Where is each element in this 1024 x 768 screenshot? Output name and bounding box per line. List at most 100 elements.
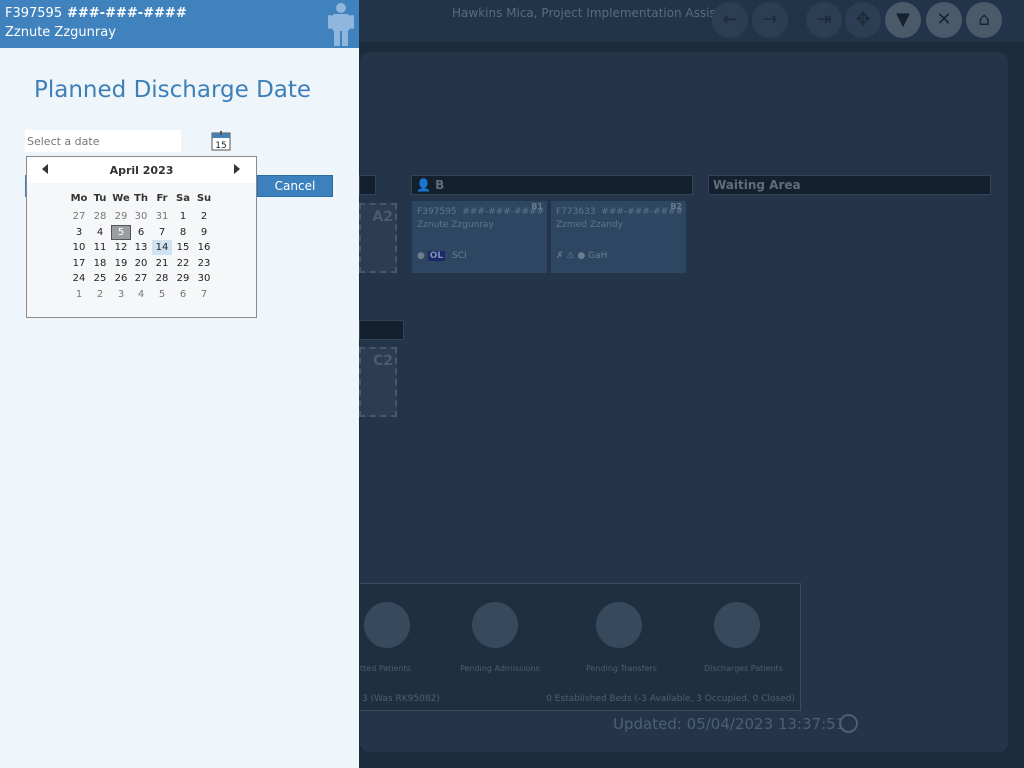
calendar-day[interactable]: 14 xyxy=(152,240,172,255)
patient-name: Zznute Zzgunray xyxy=(5,25,116,40)
bed-card-id: F397595 ###-###-#### xyxy=(417,207,545,217)
cross-icon: ✗ xyxy=(556,251,564,261)
calendar-grid: Mo Tu We Th Fr Sa Su 27 28 29 30 31 1 2 3 4 5 6 7 8 9 10 11 12 1… xyxy=(27,183,256,317)
calendar-day[interactable]: 5 xyxy=(152,287,172,302)
bed-card-id: F773633 ###-###-#### xyxy=(556,207,684,217)
page-title: Planned Discharge Date xyxy=(34,77,312,103)
calendar-day[interactable]: 30 xyxy=(131,209,151,224)
svg-text:15: 15 xyxy=(215,141,226,151)
next-month-icon[interactable] xyxy=(234,164,240,174)
calendar-day[interactable]: 13 xyxy=(131,240,151,255)
bed-card[interactable]: F773633 ###-###-#### Zzmed Zzandy B2 ✗ ⚠… xyxy=(551,201,686,273)
person-icon xyxy=(328,3,354,46)
calendar-day[interactable]: 16 xyxy=(194,240,214,255)
unit-code: 3 (Was RK95082) xyxy=(362,694,440,704)
calendar-day[interactable]: 28 xyxy=(152,271,172,286)
patient-phone: ###-###-#### xyxy=(67,6,187,21)
patient-mrn: F397595 xyxy=(5,6,63,21)
weekday-header: Sa xyxy=(176,193,190,204)
empty-bed[interactable]: C2 xyxy=(359,347,397,417)
summary-item-pending-transfers[interactable]: Pending Transfers xyxy=(586,664,657,673)
cancel-button[interactable]: Cancel xyxy=(257,175,333,197)
calendar-day[interactable]: 4 xyxy=(90,225,110,240)
calendar-day[interactable]: 27 xyxy=(131,271,151,286)
calendar-day[interactable]: 1 xyxy=(173,209,193,224)
calendar-day[interactable]: 17 xyxy=(69,256,89,271)
calendar-day[interactable]: 19 xyxy=(111,256,131,271)
expand-icon[interactable]: ✥ xyxy=(845,2,881,38)
calendar-day[interactable]: 28 xyxy=(90,209,110,224)
calendar-day[interactable]: 2 xyxy=(90,287,110,302)
patient-header: F397595 ###-###-#### Zznute Zzgunray xyxy=(0,0,359,48)
weekday-header: Mo xyxy=(70,193,88,204)
pill-icon: ● xyxy=(417,251,425,261)
calendar-day[interactable]: 7 xyxy=(194,287,214,302)
pill-icon: ● xyxy=(577,251,586,261)
discharge-date-panel: F397595 ###-###-#### Zznute Zzgunray Pla… xyxy=(0,0,359,768)
calendar-day[interactable]: 21 xyxy=(152,256,172,271)
calendar-icon[interactable]: 15 xyxy=(211,131,231,151)
filter-icon[interactable]: ▼ xyxy=(885,2,921,38)
calendar-day[interactable]: 2 xyxy=(194,209,214,224)
calendar-day[interactable]: 7 xyxy=(152,225,172,240)
calendar-month-label[interactable]: April 2023 xyxy=(27,164,256,177)
calendar-day[interactable]: 25 xyxy=(90,271,110,286)
date-input[interactable] xyxy=(25,130,181,152)
calendar-day[interactable]: 9 xyxy=(194,225,214,240)
calendar-day[interactable]: 6 xyxy=(173,287,193,302)
calendar-day[interactable]: 3 xyxy=(111,287,131,302)
pending-transfers-icon[interactable] xyxy=(596,602,642,648)
calendar-day[interactable]: 6 xyxy=(131,225,151,240)
calendar-day[interactable]: 4 xyxy=(131,287,151,302)
calendar-day[interactable]: 3 xyxy=(69,225,89,240)
ol-badge: OL xyxy=(427,251,446,261)
refresh-icon[interactable] xyxy=(839,714,858,733)
weekday-header: Th xyxy=(134,193,148,204)
bed-number: B2 xyxy=(670,202,682,211)
calendar-day[interactable]: 18 xyxy=(90,256,110,271)
calendar-day[interactable]: 11 xyxy=(90,240,110,255)
section-b-header: 👤 B xyxy=(411,175,693,195)
date-picker-popup: April 2023 Mo Tu We Th Fr Sa Su 27 28 29 30 31 1 2 3 4 5… xyxy=(26,156,257,318)
calendar-day[interactable]: 29 xyxy=(173,271,193,286)
bed-card-name: Zznute Zzgunray xyxy=(417,220,494,230)
calendar-day[interactable]: 5 xyxy=(111,224,131,240)
calendar-day[interactable]: 12 xyxy=(111,240,131,255)
summary-item-admitted[interactable]: tted Patients xyxy=(360,664,411,673)
calendar-day[interactable]: 26 xyxy=(111,271,131,286)
empty-bed[interactable]: A2 xyxy=(359,203,397,273)
calendar-day[interactable]: 20 xyxy=(131,256,151,271)
calendar-day[interactable]: 10 xyxy=(69,240,89,255)
summary-item-discharges[interactable]: Discharges Patients xyxy=(704,664,783,673)
patients-group-icon[interactable] xyxy=(364,602,410,648)
weekday-header: We xyxy=(112,193,130,204)
calendar-day[interactable]: 30 xyxy=(194,271,214,286)
calendar-day[interactable]: 29 xyxy=(111,209,131,224)
calendar-day[interactable]: 22 xyxy=(173,256,193,271)
section-a-header xyxy=(359,175,376,195)
exit-icon[interactable]: ⇥ xyxy=(806,2,842,38)
pending-admissions-icon[interactable] xyxy=(472,602,518,648)
calendar-day[interactable]: 1 xyxy=(69,287,89,302)
summary-item-pending-admissions[interactable]: Pending Admissions xyxy=(460,664,540,673)
calendar-day[interactable]: 8 xyxy=(173,225,193,240)
calendar-day[interactable]: 23 xyxy=(194,256,214,271)
calendar-day[interactable]: 31 xyxy=(152,209,172,224)
weekday-header: Tu xyxy=(93,193,107,204)
section-c-header xyxy=(359,320,404,340)
home-icon[interactable]: ⌂ xyxy=(966,2,1002,38)
calendar-day[interactable]: 24 xyxy=(69,271,89,286)
bed-card[interactable]: F397595 ###-###-#### Zznute Zzgunray B1 … xyxy=(412,201,547,273)
calendar-header: April 2023 xyxy=(27,157,256,183)
calendar-day[interactable]: 15 xyxy=(173,240,193,255)
discharges-icon[interactable] xyxy=(714,602,760,648)
app-title: Hawkins Mica, Project Implementation Ass… xyxy=(452,6,741,20)
calendar-day[interactable]: 27 xyxy=(69,209,89,224)
back-icon[interactable]: ← xyxy=(712,2,748,38)
close-icon[interactable]: ✕ xyxy=(926,2,962,38)
forward-icon[interactable]: → xyxy=(752,2,788,38)
waiting-area-header: Waiting Area xyxy=(708,175,991,195)
warning-icon: ⚠ xyxy=(566,251,575,261)
bed-card-icons: ✗ ⚠ ● GaH xyxy=(556,251,608,261)
bed-card-icons: ● OL SCI xyxy=(417,251,467,261)
